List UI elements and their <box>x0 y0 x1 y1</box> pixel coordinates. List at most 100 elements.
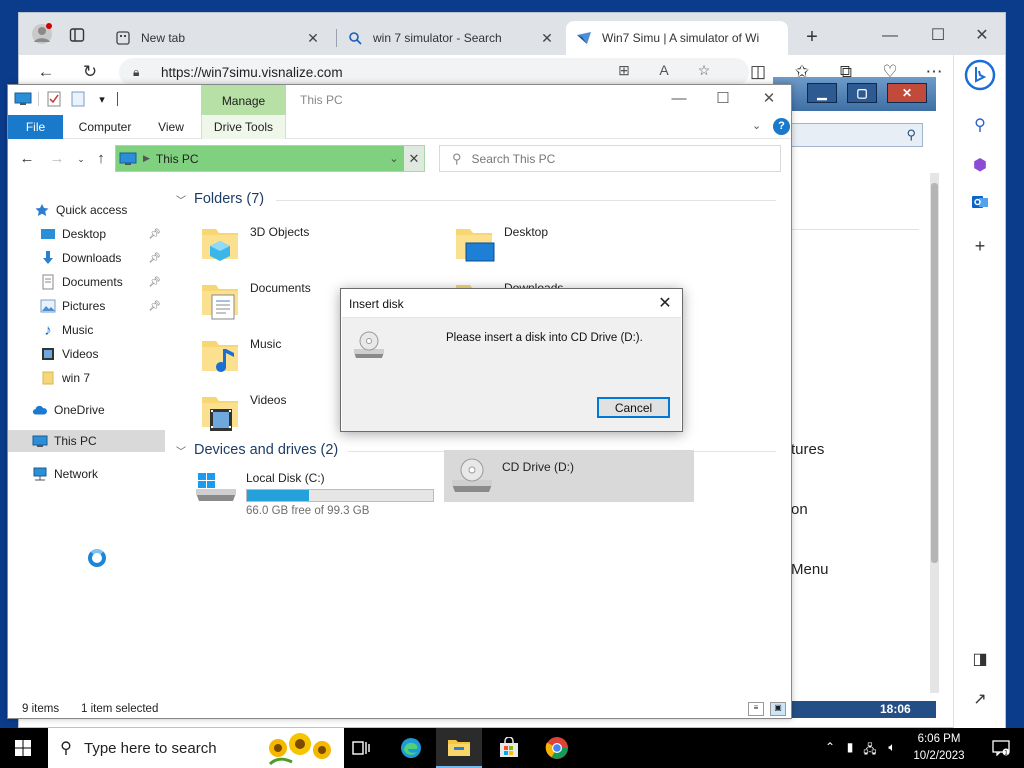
nav-item-network[interactable]: Network <box>8 463 165 485</box>
chrome-taskbar-icon[interactable] <box>534 728 580 768</box>
notification-center-button[interactable]: 1 <box>978 728 1024 768</box>
pin-icon[interactable]: 📌︎ <box>148 301 161 312</box>
folder-3d-objects[interactable]: 3D Objects <box>178 221 418 273</box>
tab-view[interactable]: View <box>148 115 194 139</box>
drive-local-disk-c[interactable]: Local Disk (C:) 66.0 GB free of 99.3 GB <box>188 465 438 517</box>
scrollbar-thumb[interactable] <box>931 183 938 563</box>
tab-search[interactable]: win 7 simulator - Search ✕ <box>337 21 565 55</box>
pin-icon[interactable]: 📌︎ <box>148 253 161 264</box>
close-icon[interactable]: ✕ <box>656 293 674 312</box>
address-bar[interactable]: 🔒︎ https://win7simu.visnalize.com ⊞ A ☆ <box>119 58 749 86</box>
nav-item-desktop[interactable]: Desktop 📌︎ <box>8 223 165 245</box>
win7-menu-text: on <box>791 501 808 518</box>
edge-taskbar-icon[interactable] <box>388 728 434 768</box>
search-icon[interactable]: ⚲ <box>967 113 993 139</box>
customize-qat-icon[interactable]: ▾ <box>93 91 111 107</box>
expand-ribbon-icon[interactable]: ⌄ <box>752 119 761 132</box>
tab-new-tab[interactable]: New tab ✕ <box>105 21 331 55</box>
copilot-icon[interactable]: ⬢ <box>967 153 993 179</box>
maximize-icon[interactable]: ☐ <box>700 85 746 113</box>
task-view-icon[interactable] <box>338 728 384 768</box>
battery-icon[interactable]: ▮ <box>842 740 858 756</box>
tab-computer[interactable]: Computer <box>70 115 140 139</box>
folder-desktop[interactable]: Desktop <box>432 221 672 273</box>
nav-item-downloads[interactable]: Downloads 📌︎ <box>8 247 165 269</box>
nav-item-pictures[interactable]: Pictures 📌︎ <box>8 295 165 317</box>
large-icons-view-icon[interactable]: ▣ <box>770 702 786 716</box>
drive-cd-d[interactable]: CD Drive (D:) <box>444 450 694 502</box>
maximize-icon[interactable]: ☐ <box>915 21 961 51</box>
new-tab-button[interactable]: + <box>799 25 825 51</box>
store-taskbar-icon[interactable] <box>486 728 532 768</box>
windows-logo-icon <box>15 740 31 756</box>
tab-win7simu[interactable]: Win7 Simu | A simulator of Wi <box>566 21 788 55</box>
taskbar-search-box[interactable]: ⚲ Type here to search <box>48 728 344 768</box>
tab-actions-icon[interactable] <box>69 27 85 43</box>
bing-chat-icon[interactable] <box>964 59 996 91</box>
manage-tab[interactable]: Manage <box>201 85 286 115</box>
close-icon[interactable]: ✕ <box>539 30 555 47</box>
sidebar-toggle-icon[interactable]: ◨ <box>967 647 993 673</box>
nav-item-win7[interactable]: win 7 <box>8 367 165 389</box>
close-icon[interactable]: ✕ <box>959 21 1005 51</box>
split-screen-icon[interactable]: ◫ <box>745 59 771 85</box>
search-input[interactable]: ⚲ Search This PC <box>439 145 781 172</box>
close-icon[interactable]: ✕ <box>887 83 927 103</box>
pin-icon[interactable]: 📌︎ <box>148 229 161 240</box>
group-header-devices[interactable]: ﹀ Devices and drives (2) <box>176 442 338 458</box>
close-icon[interactable]: ✕ <box>746 85 792 113</box>
details-view-icon[interactable]: ≡ <box>748 702 764 716</box>
recent-locations-icon[interactable]: ⌄ <box>72 149 90 169</box>
music-icon: ♪ <box>44 321 52 339</box>
nav-item-videos[interactable]: Videos <box>8 343 165 365</box>
up-icon[interactable]: ↑ <box>92 149 110 169</box>
maximize-icon[interactable]: ▢ <box>847 83 877 103</box>
group-header-folders[interactable]: ﹀ Folders (7) <box>176 191 264 207</box>
outlook-icon[interactable] <box>967 193 993 219</box>
app-available-icon[interactable]: ⊞ <box>613 62 635 82</box>
taskbar-clock[interactable]: 6:06 PM 10/2/2023 <box>906 731 972 765</box>
chevron-right-icon[interactable]: ▶ <box>143 153 150 164</box>
back-icon[interactable]: ← <box>33 59 59 85</box>
pin-icon[interactable]: 📌︎ <box>148 277 161 288</box>
start-button[interactable] <box>0 728 46 768</box>
back-icon[interactable]: ← <box>18 149 36 169</box>
tab-drive-tools[interactable]: Drive Tools <box>201 115 286 139</box>
sunflower-search-highlight-icon <box>268 733 331 766</box>
win7-search-box[interactable]: ⚲ <box>773 123 923 147</box>
selection-count: 1 item selected <box>81 703 159 715</box>
scrollbar[interactable] <box>930 173 939 693</box>
loading-spinner <box>88 549 106 567</box>
network-icon[interactable]: 🖧︎ <box>862 740 878 756</box>
favorite-star-icon[interactable]: ☆ <box>693 62 715 82</box>
location-bar[interactable]: ▶ This PC ⌄ ✕ <box>115 145 425 172</box>
windows-drive-icon <box>196 473 236 501</box>
file-explorer-taskbar-icon[interactable] <box>436 728 482 768</box>
cancel-button[interactable]: Cancel <box>597 397 670 418</box>
minimize-icon[interactable]: — <box>867 21 913 51</box>
show-hidden-icons-icon[interactable]: ⌃ <box>822 740 838 756</box>
new-folder-icon[interactable] <box>69 91 87 107</box>
profile-avatar[interactable] <box>31 23 53 45</box>
nav-label: win 7 <box>62 371 91 385</box>
chevron-down-icon[interactable]: ⌄ <box>384 152 404 165</box>
forward-icon[interactable]: → <box>48 149 66 169</box>
minimize-icon[interactable]: — <box>656 85 702 113</box>
nav-item-onedrive[interactable]: OneDrive <box>8 399 165 421</box>
tab-file[interactable]: File <box>8 115 63 139</box>
read-aloud-icon[interactable]: A <box>653 62 675 82</box>
nav-item-this-pc[interactable]: This PC <box>8 430 165 452</box>
minimize-icon[interactable]: ▁ <box>807 83 837 103</box>
close-icon[interactable]: ✕ <box>305 30 321 47</box>
open-external-icon[interactable]: ↗ <box>967 687 993 713</box>
refresh-icon[interactable]: ↻ <box>77 59 103 85</box>
add-icon[interactable]: + <box>967 233 993 259</box>
nav-item-quick-access[interactable]: Quick access <box>8 199 165 221</box>
clear-icon[interactable]: ✕ <box>404 146 424 171</box>
help-icon[interactable]: ? <box>773 118 790 135</box>
nav-item-documents[interactable]: Documents 📌︎ <box>8 271 165 293</box>
properties-icon[interactable] <box>45 91 63 107</box>
folder-name: Desktop <box>504 225 549 239</box>
volume-muted-icon[interactable]: 🔈︎ <box>884 740 900 756</box>
nav-item-music[interactable]: ♪ Music <box>8 319 165 341</box>
